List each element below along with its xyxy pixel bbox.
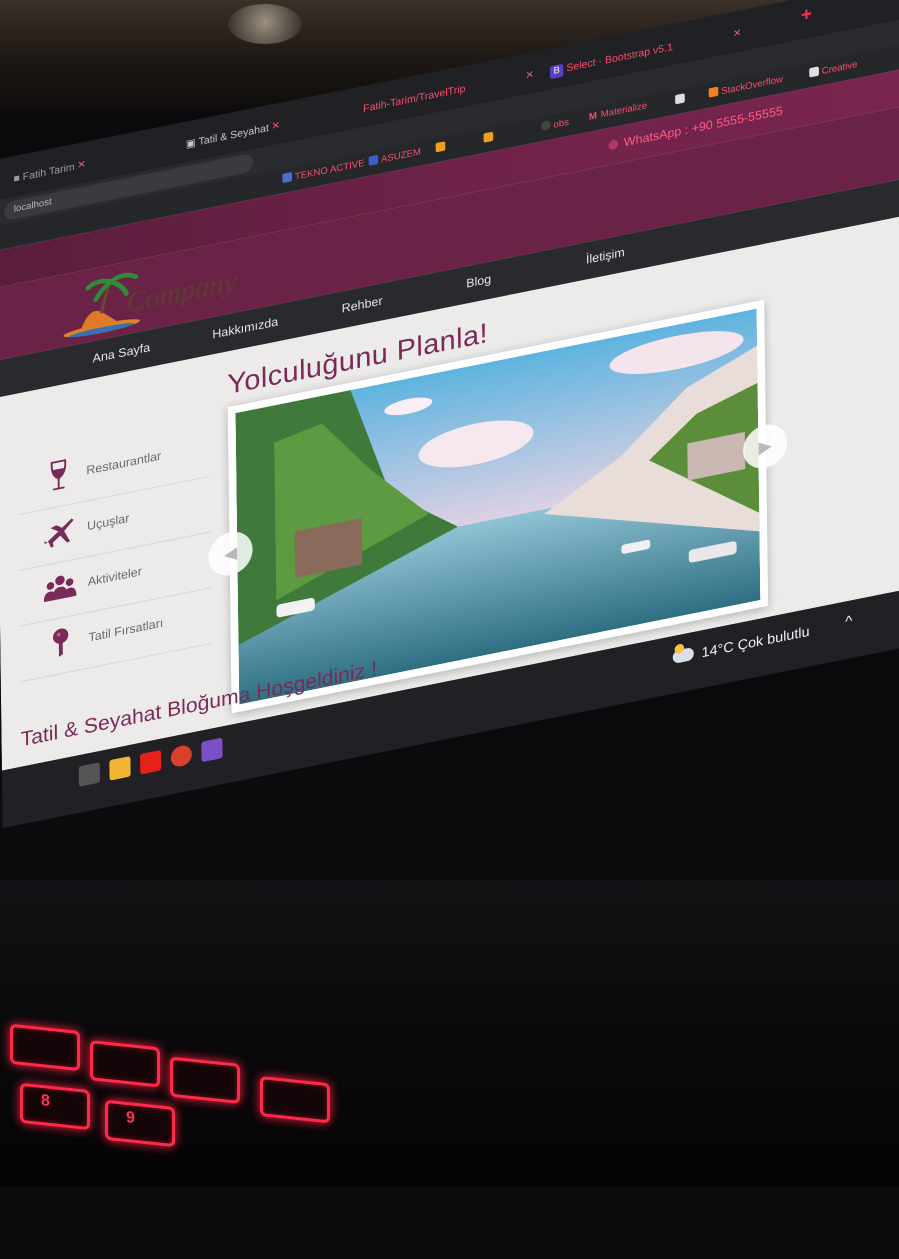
weather-temp: 14°C (701, 638, 734, 662)
plus-box-icon (675, 93, 685, 105)
bookmark-creative[interactable]: Creative (809, 59, 858, 80)
bookmark-label: Materialize (600, 100, 648, 121)
weather-desc: Çok bulutlu (737, 623, 810, 654)
bookmark-asuzem[interactable]: ASUZEM (368, 146, 422, 168)
bookmark-folder-1[interactable] (435, 141, 449, 155)
bookmark-favicon-icon (282, 171, 293, 184)
materialize-favicon-icon: M (588, 110, 598, 123)
bookmark-favicon-icon (368, 154, 379, 166)
bookmark-obs[interactable]: obs (540, 116, 570, 133)
keyboard-key: 9 (105, 1099, 175, 1148)
chrome-icon[interactable] (170, 743, 192, 769)
bookmark-label: obs (553, 117, 570, 131)
keyboard-key (10, 1023, 80, 1072)
sidebar-item-label: Uçuşlar (87, 510, 130, 534)
monitor-screen: ■ Fatih Tarim × ▣ Tatil & Seyahat × Fati… (0, 0, 899, 829)
nav-home[interactable]: Ana Sayfa (93, 340, 151, 365)
sidebar-item-label: Aktiviteler (87, 563, 142, 589)
sidebar-menu: Restaurantlar Uçuşlar Aktiviteler Tatil … (17, 422, 212, 683)
youtube-icon[interactable] (139, 749, 162, 775)
bookmark-folder-2[interactable] (483, 131, 497, 145)
keyboard-key (260, 1076, 330, 1124)
tab-close-icon[interactable]: × (526, 66, 534, 82)
sidebar-item-label: Tatil Fırsatları (88, 615, 164, 645)
keyboard-key (170, 1056, 240, 1104)
file-explorer-icon[interactable] (109, 756, 131, 781)
keyboard-key-label: 9 (126, 1108, 135, 1127)
wall-clock (228, 4, 302, 44)
keyboard-key (90, 1040, 160, 1088)
tray-chevron-icon[interactable]: ^ (845, 613, 852, 631)
nav-about[interactable]: Hakkımızda (212, 314, 278, 341)
map-pin-icon (53, 628, 69, 657)
wine-glass-icon (50, 459, 67, 491)
obs-icon (540, 120, 551, 132)
folder-icon (483, 131, 494, 143)
bookmark-plus[interactable] (675, 93, 688, 107)
stackoverflow-icon (708, 86, 719, 98)
new-tab-button[interactable]: + (801, 4, 812, 28)
bookmark-label: ASUZEM (381, 147, 422, 166)
tab-close-icon[interactable]: × (733, 24, 741, 40)
task-view-icon[interactable] (78, 762, 101, 787)
nav-blog[interactable]: Blog (466, 272, 491, 291)
partly-cloudy-icon (672, 646, 694, 665)
creative-icon (809, 66, 819, 78)
keyboard-key-label: 8 (41, 1092, 50, 1110)
bookmark-label: Creative (821, 59, 858, 77)
people-icon (43, 575, 77, 603)
bootstrap-favicon-icon: B (549, 63, 564, 80)
nav-guide[interactable]: Rehber (342, 293, 383, 315)
nav-contact[interactable]: İletişim (586, 245, 625, 267)
airplane-icon (44, 518, 74, 548)
whatsapp-icon (608, 139, 619, 151)
visual-studio-icon[interactable] (201, 737, 223, 763)
sidebar-item-label: Restaurantlar (86, 448, 162, 478)
folder-icon (435, 141, 446, 153)
keyboard-key: 8 (20, 1082, 90, 1131)
